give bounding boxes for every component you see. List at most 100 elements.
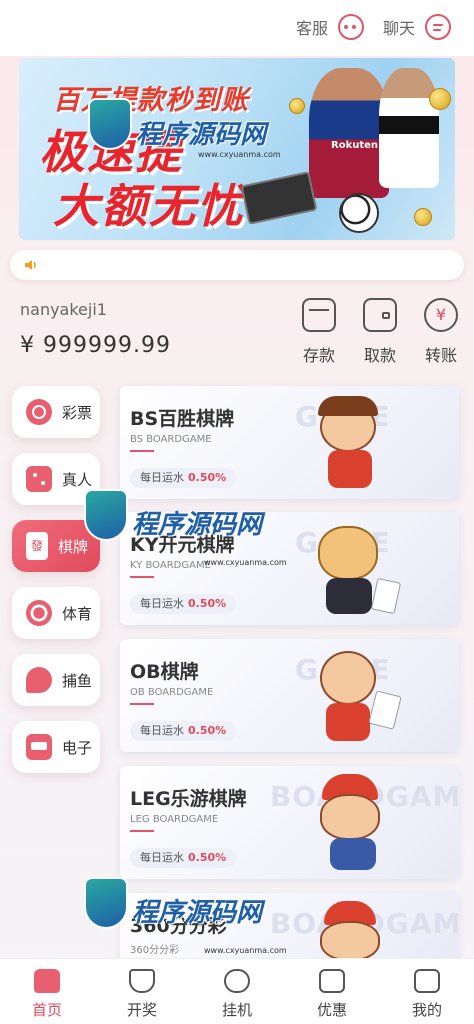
customer-service-icon (338, 14, 365, 40)
fish-icon (26, 667, 52, 693)
game-card-bs[interactable]: GAME BS百胜棋牌 BS BOARDGAME 每日运水0.50% (120, 386, 459, 499)
sidebar-item-label: 电子 (62, 738, 93, 757)
game-title: OB棋牌 (130, 661, 199, 683)
nav-profile[interactable]: 我的 (397, 969, 457, 1020)
sidebar-item-boardgame[interactable]: 發 棋牌 (12, 520, 100, 572)
rebate-label: 每日运水 (140, 851, 184, 864)
rebate-value: 0.50% (188, 724, 227, 737)
game-card-ky[interactable]: GAME KY开元棋牌 KY BOARDGAME 每日运水0.50% (120, 512, 459, 625)
game-subtitle: OB BOARDGAME (130, 687, 214, 698)
nav-auto[interactable]: 挂机 (207, 969, 267, 1020)
soccer-ball-image (339, 193, 379, 233)
profile-icon (414, 969, 440, 993)
sidebar-item-label: 体育 (62, 604, 93, 623)
card-icon (302, 298, 336, 332)
game-subtitle: BS BOARDGAME (130, 434, 212, 445)
mascot-image (300, 899, 400, 963)
game-title: KY开元棋牌 (130, 534, 235, 556)
playing-cards-image (240, 171, 318, 225)
game-subtitle: LEG BOARDGAME (130, 814, 219, 825)
ticket-icon (319, 969, 345, 993)
rebate-value: 0.50% (188, 851, 227, 864)
game-title: 360分分彩 (130, 915, 227, 937)
banner-headline: 百万提款秒到账 (53, 85, 249, 116)
divider (130, 450, 154, 452)
home-icon (34, 969, 60, 993)
mahjong-icon: 發 (26, 532, 48, 560)
sidebar-item-live[interactable]: 真人 (12, 453, 100, 505)
game-subtitle: KY BOARDGAME (130, 560, 211, 571)
chat-icon (425, 14, 452, 40)
nav-label: 我的 (411, 1001, 442, 1019)
rebate-label: 每日运水 (140, 471, 184, 484)
rebate-badge: 每日运水 0.50% (130, 468, 237, 488)
customer-service-button[interactable]: 客服 (296, 14, 365, 40)
game-card-ob[interactable]: GAME OB棋牌 OB BOARDGAME 每日运水0.50% (120, 639, 459, 752)
sidebar-item-label: 捕鱼 (62, 671, 93, 690)
mascot-image (300, 518, 402, 618)
sidebar-item-label: 真人 (62, 470, 93, 489)
bottom-nav: 首页 开奖 挂机 优惠 我的 (0, 958, 474, 1024)
rebate-badge: 每日运水 0.50% (130, 721, 237, 741)
mascot-image (300, 392, 400, 492)
withdraw-label: 取款 (363, 346, 396, 365)
withdraw-button[interactable]: 取款 (357, 298, 403, 366)
wallet-icon (363, 298, 397, 332)
top-bar: 客服 聊天 (0, 0, 474, 56)
deposit-button[interactable]: 存款 (296, 298, 342, 366)
rebate-value: 0.50% (188, 597, 227, 610)
divider (130, 576, 154, 578)
username: nanyakeji1 (20, 300, 107, 319)
coin-icon (429, 88, 451, 110)
sidebar-item-label: 彩票 (62, 403, 93, 422)
sponsor-logo: Rokuten (331, 140, 379, 151)
game-title: LEG乐游棋牌 (130, 788, 247, 810)
nav-label: 挂机 (221, 1001, 252, 1019)
nav-label: 开奖 (126, 1001, 157, 1019)
cloud-icon (224, 969, 250, 993)
game-card-leg[interactable]: BOARDGAME LEG乐游棋牌 LEG BOARDGAME 每日运水0.50… (120, 766, 459, 879)
dice-icon (26, 466, 52, 492)
customer-service-label: 客服 (296, 19, 329, 38)
soccer-icon (26, 600, 52, 626)
rebate-badge: 每日运水 0.50% (130, 848, 237, 868)
sidebar-item-fishing[interactable]: 捕鱼 (12, 654, 100, 706)
nav-label: 首页 (31, 1001, 62, 1019)
sidebar-item-sports[interactable]: 体育 (12, 587, 100, 639)
balance: ¥ 999999.99 (20, 333, 171, 358)
yuan-transfer-icon: ¥ (424, 298, 458, 332)
sidebar-item-label: 棋牌 (58, 537, 89, 556)
sidebar-item-electronic[interactable]: 电子 (12, 721, 100, 773)
mascot-image (300, 645, 402, 745)
lottery-icon (26, 399, 52, 425)
banner-slogan-2: 大额无忧 (53, 179, 245, 233)
chat-button[interactable]: 聊天 (383, 14, 452, 40)
transfer-button[interactable]: ¥ 转账 (418, 298, 464, 366)
transfer-label: 转账 (424, 346, 457, 365)
player-1-image (309, 68, 389, 198)
rebate-value: 0.50% (188, 471, 227, 484)
nav-results[interactable]: 开奖 (112, 969, 172, 1020)
trophy-icon (129, 969, 155, 993)
divider (130, 830, 154, 832)
coin-icon (414, 208, 432, 226)
announcement-bar[interactable] (10, 250, 464, 280)
arcade-icon (26, 734, 52, 760)
divider (130, 703, 154, 705)
speaker-icon (25, 260, 36, 270)
nav-promotions[interactable]: 优惠 (302, 969, 362, 1020)
game-card-360[interactable]: BOARDGAME 360分分彩 360分分彩 (120, 893, 459, 963)
game-title: BS百胜棋牌 (130, 408, 235, 430)
rebate-badge: 每日运水 0.50% (130, 594, 237, 614)
nav-home[interactable]: 首页 (17, 969, 77, 1020)
deposit-label: 存款 (302, 346, 335, 365)
mascot-image (300, 772, 400, 872)
chat-label: 聊天 (383, 19, 416, 38)
rebate-label: 每日运水 (140, 597, 184, 610)
sidebar-item-lottery[interactable]: 彩票 (12, 386, 100, 438)
coin-icon (289, 98, 305, 114)
rebate-label: 每日运水 (140, 724, 184, 737)
game-subtitle: 360分分彩 (130, 945, 180, 956)
nav-label: 优惠 (316, 1001, 347, 1019)
promo-banner[interactable]: 百万提款秒到账 极速提 大额无忧 Rokuten (19, 58, 455, 240)
